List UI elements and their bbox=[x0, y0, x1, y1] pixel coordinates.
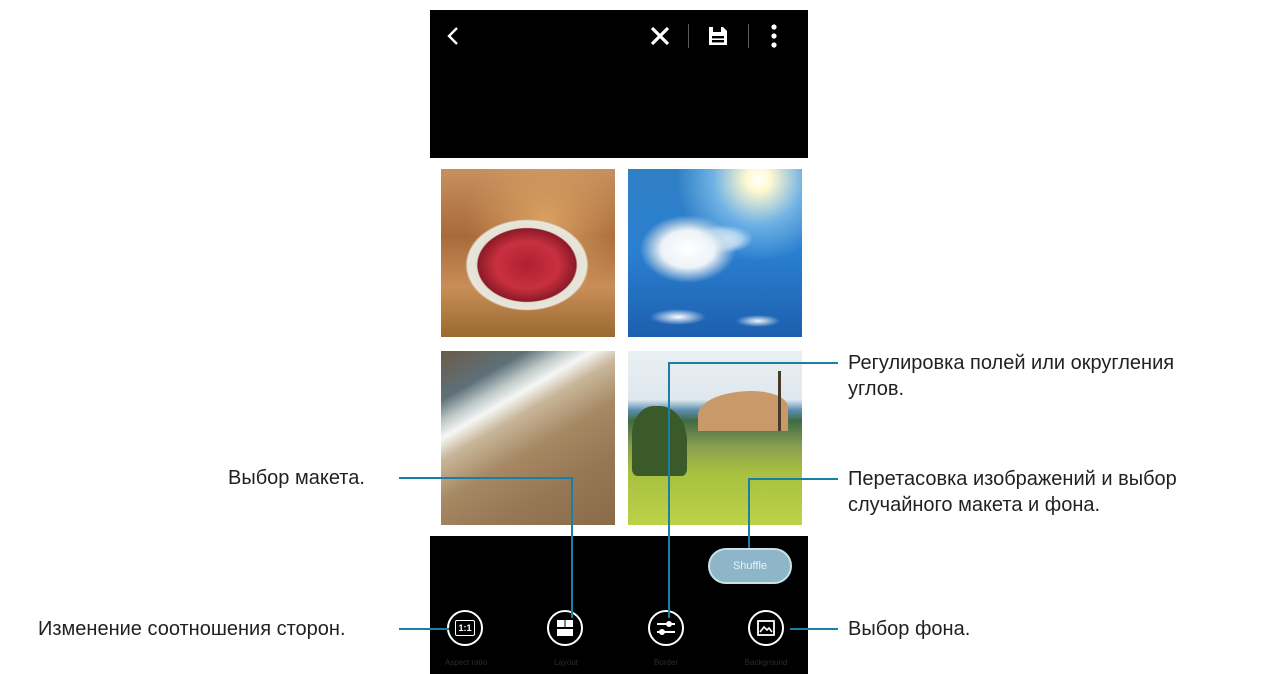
callout-line-shuffle bbox=[748, 478, 838, 480]
callout-line-border bbox=[668, 362, 670, 618]
more-vertical-icon[interactable] bbox=[764, 20, 784, 52]
layout-icon bbox=[557, 620, 573, 636]
layout-label: Layout bbox=[553, 658, 579, 667]
callout-line-background bbox=[790, 628, 838, 630]
callout-border: Регулировка полей или округления углов. bbox=[848, 350, 1174, 402]
aspect-ratio-button[interactable]: 1:1 bbox=[447, 610, 483, 646]
callout-border-line2: углов. bbox=[848, 378, 905, 400]
callout-line-border bbox=[668, 362, 838, 364]
collage-photo-beach-waves[interactable] bbox=[441, 351, 615, 525]
image-icon bbox=[757, 620, 775, 636]
callout-line-layout bbox=[399, 477, 571, 479]
callout-background: Выбор фона. bbox=[848, 618, 971, 640]
callout-border-line1: Регулировка полей или округления bbox=[848, 352, 1175, 374]
background-button[interactable] bbox=[748, 610, 784, 646]
border-button[interactable] bbox=[648, 610, 684, 646]
separator bbox=[748, 24, 749, 48]
aspect-ratio-icon: 1:1 bbox=[455, 620, 475, 636]
layout-button[interactable] bbox=[547, 610, 583, 646]
callout-layout: Выбор макета. bbox=[228, 467, 365, 489]
callout-shuffle-line1: Перетасовка изображений и выбор bbox=[848, 468, 1177, 490]
callout-line-shuffle bbox=[748, 478, 750, 548]
collage-photo-coastal-landscape[interactable] bbox=[628, 351, 802, 525]
callout-shuffle: Перетасовка изображений и выбор случайно… bbox=[848, 466, 1177, 518]
back-icon[interactable] bbox=[442, 20, 464, 52]
aspect-ratio-label: Aspect ratio bbox=[444, 658, 488, 667]
background-label: Background bbox=[744, 658, 788, 667]
shuffle-button[interactable]: Shuffle bbox=[708, 548, 792, 584]
callout-aspect-ratio: Изменение соотношения сторон. bbox=[38, 618, 346, 640]
phone-screen: Shuffle 1:1 Aspect ratio Layout Border B… bbox=[430, 10, 808, 674]
action-bar bbox=[430, 10, 808, 62]
callout-shuffle-line2: случайного макета и фона. bbox=[848, 494, 1101, 516]
close-icon[interactable] bbox=[646, 20, 674, 52]
border-sliders-icon bbox=[657, 621, 675, 635]
callout-line-aspect-ratio bbox=[399, 628, 449, 630]
callout-line-layout bbox=[571, 477, 573, 618]
separator bbox=[688, 24, 689, 48]
border-label: Border bbox=[653, 658, 678, 667]
collage-photo-sky-clouds[interactable] bbox=[628, 169, 802, 337]
save-icon[interactable] bbox=[704, 20, 732, 52]
collage-photo-strawberry-cake[interactable] bbox=[441, 169, 615, 337]
